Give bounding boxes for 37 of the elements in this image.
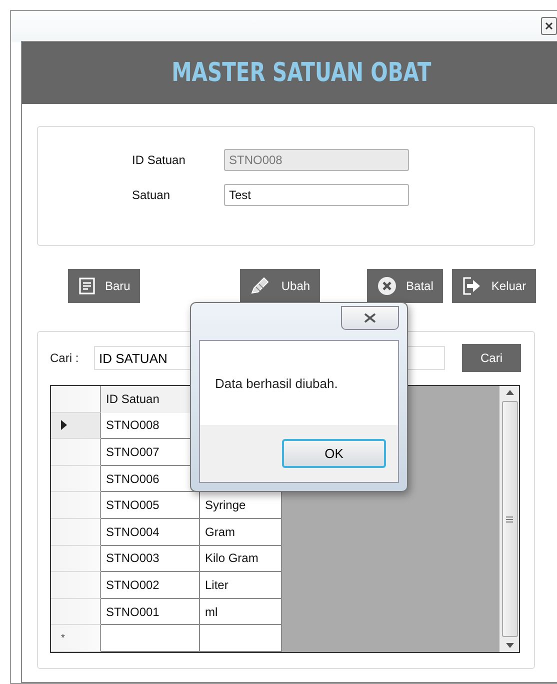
exit-icon [462,276,482,296]
close-button[interactable] [541,17,557,35]
close-icon [364,313,376,323]
table-cell: Liter [200,572,282,599]
toolbar-button[interactable]: Ubah [240,269,320,303]
row-header[interactable] [51,412,101,440]
close-icon [545,22,553,30]
ok-button[interactable]: OK [282,439,386,468]
grip-icon [506,516,513,522]
field-label: Satuan [132,188,172,202]
search-button[interactable]: Cari [462,344,521,372]
table-cell: STNO005 [101,492,200,519]
close-button[interactable] [341,306,399,330]
table-cell: Syringe [200,492,282,519]
scroll-up-icon [506,390,514,395]
field-label: ID Satuan [132,153,186,167]
table-cell: STNO002 [101,572,200,599]
table-cell: Kilo Gram [200,546,282,572]
toolbar-button[interactable]: Baru [68,269,140,303]
table-cell: Gram [200,518,282,546]
row-header[interactable]: * [51,625,101,652]
dialog-message: Data berhasil diubah. [215,376,338,390]
current-row-icon [61,420,67,430]
toolbar-button[interactable]: Batal [367,269,444,303]
document-icon [78,277,96,295]
text-field[interactable]: Test [224,184,409,206]
table-cell: ml [200,598,282,626]
new-row-marker: * [61,632,65,644]
table-cell: STNO003 [101,546,200,572]
window-title: MASTER SATUAN OBAT [172,58,432,88]
cross-circle-icon [377,276,398,296]
table-cell: STNO001 [101,598,200,626]
search-label: Cari : [50,351,80,365]
scroll-down-icon [506,643,514,648]
scrollbar[interactable] [499,386,519,652]
table-cell: STNO004 [101,518,200,546]
toolbar-button[interactable]: Keluar [452,269,536,303]
